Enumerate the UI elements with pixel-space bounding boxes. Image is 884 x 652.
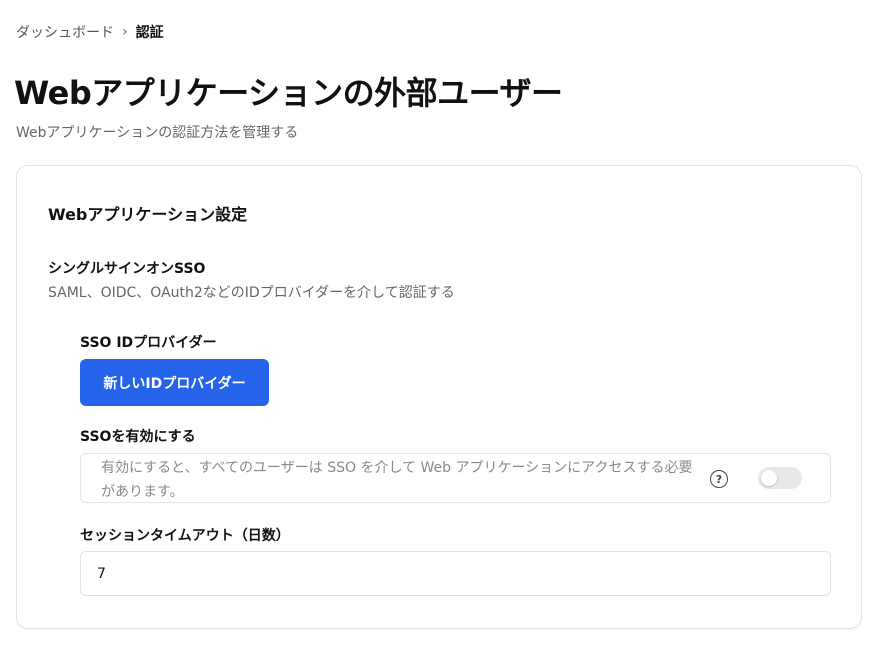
sso-enable-label: SSOを有効にする	[80, 429, 196, 445]
web-app-settings-card: Webアプリケーション設定 シングルサインオンSSO SAML、OIDC、OAu…	[16, 165, 862, 629]
session-timeout-input[interactable]	[80, 551, 831, 596]
page: ダッシュボード › 認証 Webアプリケーションの外部ユーザー Webアプリケー…	[0, 0, 884, 652]
new-idp-button[interactable]: 新しいIDプロバイダー	[80, 359, 269, 406]
breadcrumb-current: 認証	[135, 25, 164, 41]
breadcrumb-dashboard-link[interactable]: ダッシュボード	[16, 22, 114, 42]
sso-section-description: SAML、OIDC、OAuth2などのIDプロバイダーを介して認証する	[48, 285, 455, 301]
chevron-right-icon: ›	[122, 24, 128, 40]
toggle-knob	[761, 470, 777, 486]
sso-section-title: シングルサインオンSSO	[48, 261, 206, 277]
page-title: Webアプリケーションの外部ユーザー	[14, 74, 563, 112]
sso-enable-toggle[interactable]	[758, 467, 802, 489]
page-subtitle: Webアプリケーションの認証方法を管理する	[16, 125, 299, 141]
sso-enable-row: 有効にすると、すべてのユーザーは SSO を介して Web アプリケーションにア…	[80, 453, 831, 503]
sso-enable-description: 有効にすると、すべてのユーザーは SSO を介して Web アプリケーションにア…	[101, 460, 693, 500]
question-circle-icon[interactable]: ?	[710, 470, 728, 488]
breadcrumb: ダッシュボード › 認証	[16, 22, 164, 42]
sso-idp-label: SSO IDプロバイダー	[80, 335, 217, 351]
session-timeout-label: セッションタイムアウト（日数）	[80, 528, 290, 544]
card-title: Webアプリケーション設定	[48, 205, 248, 224]
